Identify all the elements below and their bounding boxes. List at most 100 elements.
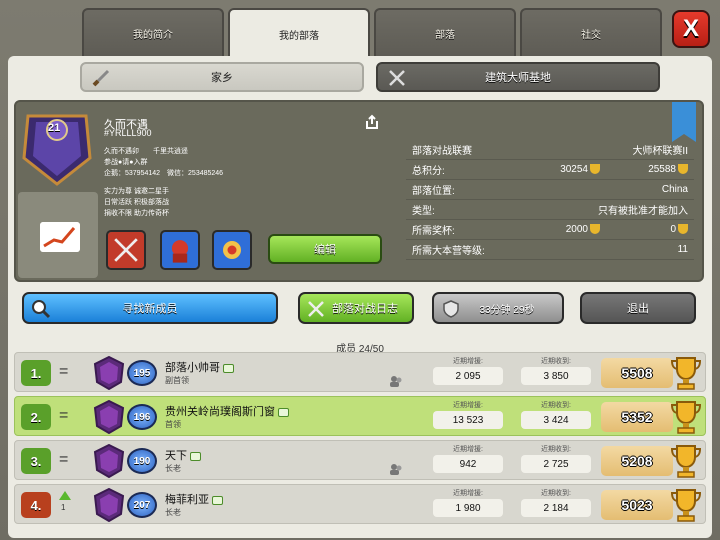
trophy-icon	[670, 445, 702, 478]
clan-cooldown-timer: 33分钟 29秒	[432, 292, 564, 324]
chart-icon[interactable]	[40, 222, 80, 252]
trophy-icon	[590, 164, 600, 175]
home-village-label: 家乡	[211, 72, 233, 84]
leave-clan-label: 退出	[627, 303, 649, 315]
exp-level: 207	[127, 492, 157, 518]
stat-value-builder: 25588	[648, 164, 688, 175]
clan-level: 21	[48, 122, 61, 134]
member-row[interactable]: 2. = 196 贵州关岭尚璞阁斯门窗 首领 近期增援: 13 523 近期收到…	[14, 396, 706, 436]
member-name: 天下	[165, 447, 201, 463]
clan-description-line: 实力为尊 诚邀二星手	[104, 188, 169, 195]
share-icon[interactable]	[364, 114, 380, 130]
donation-troops-icon[interactable]	[160, 230, 200, 270]
received-label: 近期收到:	[541, 446, 571, 453]
member-row[interactable]: 1. = 195 部落小帅哥 副首领 近期增援: 2 095 近期收到: 3 8…	[14, 352, 706, 392]
stat-value: 11	[677, 244, 688, 255]
member-name: 梅菲利亚	[165, 491, 223, 507]
trophy-count: 5208	[601, 446, 673, 476]
clan-description-line: 参战●请●入群	[104, 159, 148, 166]
chat-icon	[212, 495, 223, 505]
friend-icon	[390, 376, 402, 387]
friend-icon	[390, 464, 402, 475]
trophy-count: 5508	[601, 358, 673, 388]
league-ribbon-icon	[672, 102, 696, 142]
trophy-icon	[678, 164, 688, 175]
tab-my-clan[interactable]: 我的部落	[228, 8, 370, 58]
edit-button[interactable]: 编辑	[268, 234, 382, 264]
member-rank: 4.	[21, 492, 51, 518]
crossed-axes-icon	[389, 70, 405, 86]
member-role: 副首领	[165, 376, 189, 385]
league-badge-icon	[93, 356, 125, 390]
member-name: 部落小帅哥	[165, 359, 234, 375]
member-role: 长老	[165, 508, 181, 517]
received-value: 2 184	[521, 499, 591, 517]
stat-label: 部落位置:	[412, 186, 455, 197]
tab-clans[interactable]: 部落	[374, 8, 516, 56]
timer-label: 33分钟 29秒	[479, 304, 535, 316]
member-rank: 1.	[21, 360, 51, 386]
stat-value: 大师杯联赛II	[632, 146, 688, 157]
trophy-icon	[670, 401, 702, 434]
clan-description-line: 捐收不限 助力传奇杯	[104, 210, 169, 217]
stat-value: China	[661, 184, 688, 195]
rank-change: =	[59, 451, 69, 468]
donated-label: 近期增援:	[453, 446, 483, 453]
exp-level: 195	[127, 360, 157, 386]
donated-value: 13 523	[433, 411, 503, 429]
stat-label: 类型:	[412, 206, 435, 217]
stat-row-location: 部落位置: China	[406, 180, 694, 200]
league-badge-icon	[93, 488, 125, 522]
exp-level: 196	[127, 404, 157, 430]
stat-value-builder: 0	[670, 224, 688, 235]
war-log-button[interactable]: 部落对战日志	[298, 292, 414, 324]
stat-row-war-league: 部落对战联赛 大师杯联赛II	[406, 140, 694, 160]
rank-change: =	[59, 363, 69, 380]
stat-row-total-points: 总积分: 30254 25588	[406, 160, 694, 180]
chat-icon	[190, 451, 201, 461]
donated-value: 942	[433, 455, 503, 473]
stat-label: 部落对战联赛	[412, 146, 472, 157]
builder-base-label: 建筑大师基地	[485, 72, 551, 84]
crossed-swords-icon	[308, 301, 324, 317]
received-value: 2 725	[521, 455, 591, 473]
stat-value-main: 30254	[560, 164, 600, 175]
clan-description-line: 久而不遇卯 千里共逍遥	[104, 148, 188, 155]
trophy-icon	[670, 357, 702, 390]
clan-description-line: 企鹅：537954142 微信：253485246	[104, 170, 224, 177]
tab-profile[interactable]: 我的简介	[82, 8, 224, 56]
stat-row-required-trophies: 所需奖杯: 2000 0	[406, 220, 694, 240]
trophy-icon	[678, 224, 688, 235]
member-name: 贵州关岭尚璞阁斯门窗	[165, 403, 289, 419]
clan-description-line: 日常活跃 积极部落战	[104, 199, 169, 206]
exp-level: 190	[127, 448, 157, 474]
trophy-count: 5352	[601, 402, 673, 432]
stat-row-type: 类型: 只有被批准才能加入	[406, 200, 694, 220]
donated-value: 2 095	[433, 367, 503, 385]
leave-clan-button[interactable]: 退出	[580, 292, 696, 324]
donated-label: 近期增援:	[453, 490, 483, 497]
war-swords-icon[interactable]	[106, 230, 146, 270]
tab-social[interactable]: 社交	[520, 8, 662, 56]
member-row[interactable]: 3. = 190 天下 长老 近期增援: 942 近期收到: 2 725 520…	[14, 440, 706, 480]
received-value: 3 850	[521, 367, 591, 385]
stat-label: 总积分:	[412, 166, 445, 177]
magnify-user-icon	[32, 300, 51, 319]
received-label: 近期收到:	[541, 402, 571, 409]
find-new-members-button[interactable]: 寻找新成员	[22, 292, 278, 324]
chat-icon	[278, 407, 289, 417]
home-village-tab[interactable]: 家乡	[80, 62, 364, 92]
builder-base-tab[interactable]: 建筑大师基地	[376, 62, 660, 92]
league-badge-icon	[93, 444, 125, 478]
clan-games-icon[interactable]	[212, 230, 252, 270]
league-badge-icon	[93, 400, 125, 434]
member-rank: 2.	[21, 404, 51, 430]
member-role: 首领	[165, 420, 181, 429]
find-new-members-label: 寻找新成员	[122, 303, 178, 315]
donated-label: 近期增援:	[453, 402, 483, 409]
donated-label: 近期增援:	[453, 358, 483, 365]
trophy-icon	[670, 489, 702, 522]
close-button[interactable]: X	[672, 10, 710, 48]
member-row[interactable]: 4. 1 207 梅菲利亚 长老 近期增援: 1 980 近期收到: 2 184…	[14, 484, 706, 524]
clan-tag: #YRLLL900	[104, 128, 152, 138]
